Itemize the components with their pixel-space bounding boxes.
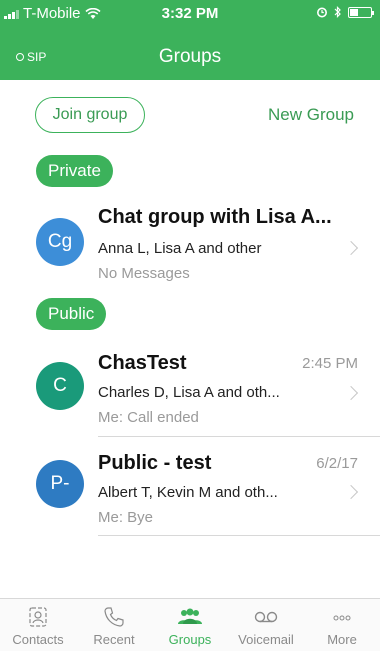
- voicemail-icon: [254, 611, 278, 623]
- section-badge-private: Private: [36, 155, 113, 187]
- groups-icon: [178, 608, 202, 624]
- battery-icon: [348, 6, 374, 18]
- join-group-button[interactable]: Join group: [35, 97, 145, 133]
- status-right: [316, 6, 374, 18]
- tab-recent[interactable]: Recent: [76, 599, 152, 651]
- tab-label: Contacts: [12, 632, 64, 647]
- tab-label: Voicemail: [238, 632, 294, 647]
- page-title: Groups: [158, 46, 222, 67]
- row-divider: [98, 436, 380, 437]
- group-name: Public - test: [98, 452, 212, 474]
- tab-more[interactable]: More: [304, 599, 380, 651]
- group-item-public-1[interactable]: C ChasTest 2:45 PM Charles D, Lisa A and…: [0, 340, 380, 444]
- chevron-right-icon: [343, 385, 359, 401]
- section-badge-public: Public: [36, 298, 107, 330]
- contacts-icon: [29, 607, 47, 627]
- group-avatar: C: [36, 362, 84, 410]
- new-group-button[interactable]: New Group: [268, 105, 354, 125]
- tab-label: Recent: [93, 632, 135, 647]
- more-icon: [333, 615, 351, 621]
- row-divider: [98, 535, 380, 536]
- tab-label: Groups: [168, 632, 212, 647]
- group-last-message: Me: Call ended: [98, 409, 199, 426]
- group-item-public-2[interactable]: P- Public - test 6/2/17 Albert T, Kevin …: [0, 438, 380, 542]
- chevron-right-icon: [343, 484, 359, 500]
- phone-icon: [104, 607, 124, 627]
- header-bar: T-Mobile 3:32 PM SIP Groups: [0, 0, 380, 80]
- group-time: 2:45 PM: [302, 355, 358, 372]
- alarm-icon: [317, 7, 327, 18]
- group-avatar: P-: [36, 460, 84, 508]
- group-avatar: Cg: [36, 218, 84, 266]
- status-bar: T-Mobile 3:32 PM: [0, 0, 380, 26]
- chevron-right-icon: [343, 240, 359, 256]
- group-name: Chat group with Lisa A...: [98, 206, 332, 228]
- tab-contacts[interactable]: Contacts: [0, 599, 76, 651]
- group-name: ChasTest: [98, 352, 187, 374]
- group-members: Charles D, Lisa A and oth...: [98, 384, 280, 401]
- group-members: Anna L, Lisa A and other: [98, 240, 262, 257]
- bluetooth-icon: [334, 6, 341, 18]
- action-row: Join group New Group: [0, 96, 380, 136]
- tab-voicemail[interactable]: Voicemail: [228, 599, 304, 651]
- tab-bar: Contacts Recent Groups Voicemail More: [0, 598, 380, 651]
- group-time: 6/2/17: [316, 455, 358, 472]
- tab-label: More: [327, 632, 357, 647]
- tab-groups[interactable]: Groups: [152, 599, 228, 651]
- group-item-private-1[interactable]: Cg Chat group with Lisa A... Anna L, Lis…: [0, 196, 380, 300]
- group-members: Albert T, Kevin M and oth...: [98, 484, 278, 501]
- group-last-message: No Messages: [98, 265, 190, 282]
- group-last-message: Me: Bye: [98, 509, 154, 526]
